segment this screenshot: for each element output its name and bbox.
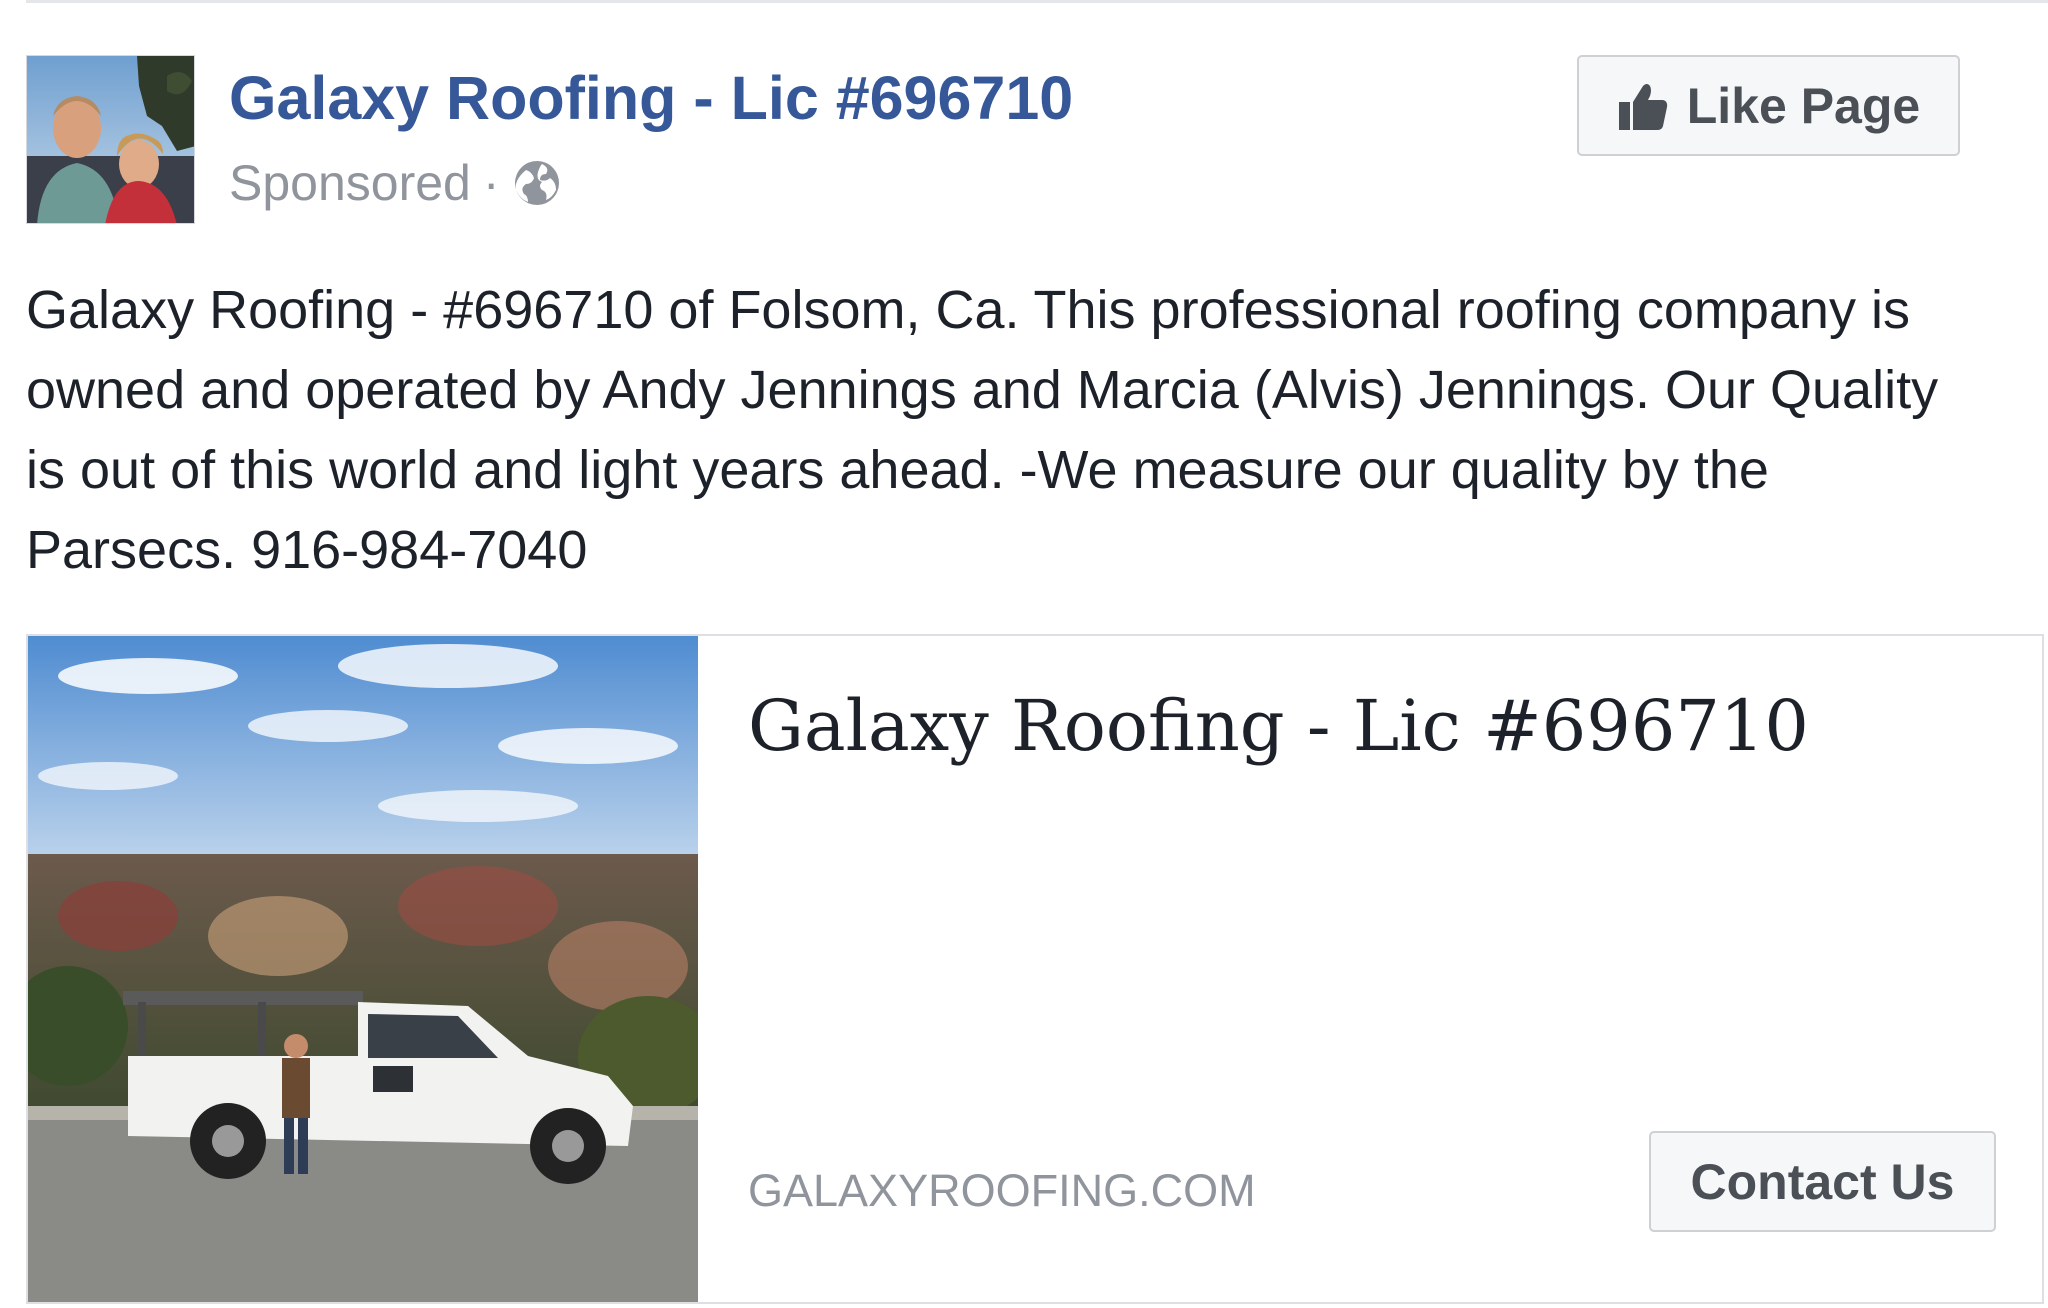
card-title[interactable]: Galaxy Roofing - Lic #696710 <box>748 681 1809 771</box>
truck-landscape-photo <box>28 636 698 1302</box>
thumbs-up-icon <box>1617 80 1669 132</box>
page-avatar[interactable] <box>26 55 195 224</box>
divider <box>26 0 2048 3</box>
like-page-label: Like Page <box>1686 77 1921 134</box>
card-image[interactable] <box>28 636 698 1302</box>
avatar-photo <box>27 56 194 223</box>
page-name-link[interactable]: Galaxy Roofing - Lic #696710 <box>229 58 1073 138</box>
meta-separator: · <box>482 155 500 211</box>
like-page-button[interactable]: Like Page <box>1577 55 1960 156</box>
sponsored-post: Galaxy Roofing - Lic #696710 Sponsored ·… <box>0 0 2048 1308</box>
link-preview-card[interactable]: Galaxy Roofing - Lic #696710 GALAXYROOFI… <box>26 634 2044 1304</box>
sponsored-label[interactable]: Sponsored <box>229 154 471 212</box>
card-domain: GALAXYROOFING.COM <box>748 1165 1256 1216</box>
globe-icon[interactable] <box>512 158 562 208</box>
post-meta: Sponsored · <box>229 148 562 218</box>
post-body-text: Galaxy Roofing - #696710 of Folsom, Ca. … <box>26 280 1939 580</box>
contact-us-button[interactable]: Contact Us <box>1649 1131 1996 1232</box>
